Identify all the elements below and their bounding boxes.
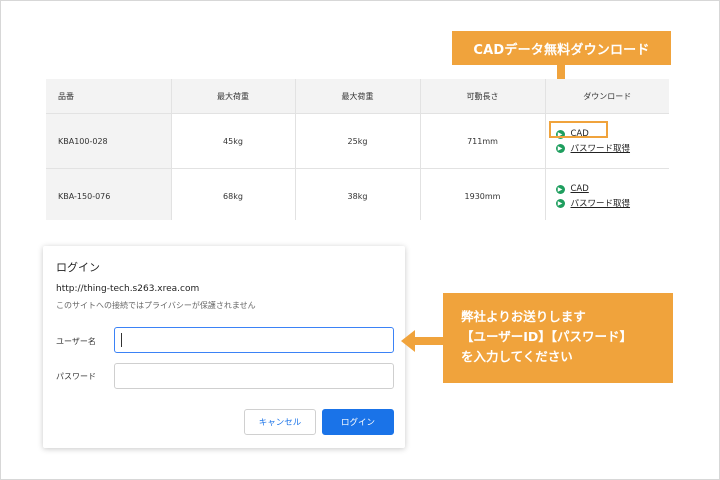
username-label: ユーザー名 — [56, 337, 96, 346]
callout-line-2: 【ユーザーID】【パスワード】 — [461, 329, 633, 344]
max-load-1-cell: 45kg — [171, 113, 296, 169]
left-arrow-shaft — [414, 337, 444, 345]
cancel-button[interactable]: キャンセル — [244, 409, 316, 435]
credentials-callout: 弊社よりお送りします 【ユーザーID】【パスワード】 を入力してください — [443, 293, 673, 383]
get-password-link[interactable]: パスワード取得 — [571, 197, 631, 209]
header-download: ダウンロード — [545, 79, 669, 114]
password-link-row: ▶ パスワード取得 — [555, 196, 669, 210]
cad-link-row: ▶ CAD — [555, 182, 669, 196]
callout-line-1: 弊社よりお送りします — [461, 309, 586, 324]
chevron-right-circle-icon: ▶ — [555, 184, 565, 194]
max-load-1-cell: 68kg — [171, 168, 296, 220]
cad-download-callout: CADデータ無料ダウンロード — [452, 31, 671, 65]
password-input[interactable] — [114, 363, 394, 389]
length-cell: 1930mm — [420, 168, 546, 220]
dialog-url: http://thing-tech.s263.xrea.com — [56, 284, 200, 294]
product-table: 品番 最大荷重 最大荷重 可動長さ ダウンロード KBA100-028 45kg… — [46, 79, 669, 220]
part-number-cell: KBA100-028 — [46, 113, 172, 169]
table-row: KBA-150-076 68kg 38kg 1930mm ▶ CAD ▶ パスワ… — [46, 168, 669, 220]
table-header-row: 品番 最大荷重 最大荷重 可動長さ ダウンロード — [46, 79, 669, 114]
chevron-right-circle-icon: ▶ — [555, 198, 565, 208]
chevron-right-circle-icon: ▶ — [555, 143, 565, 153]
cad-download-link[interactable]: CAD — [571, 184, 589, 194]
max-load-2-cell: 25kg — [295, 113, 421, 169]
header-part-number: 品番 — [46, 79, 172, 114]
header-max-load-1: 最大荷重 — [171, 79, 296, 114]
length-cell: 711mm — [420, 113, 546, 169]
left-arrow-icon — [401, 330, 415, 352]
product-table-container: 品番 最大荷重 最大荷重 可動長さ ダウンロード KBA100-028 45kg… — [46, 79, 669, 220]
get-password-link[interactable]: パスワード取得 — [571, 142, 631, 154]
privacy-warning: このサイトへの接続ではプライバシーが保護されません — [56, 301, 256, 310]
max-load-2-cell: 38kg — [295, 168, 421, 220]
header-max-load-2: 最大荷重 — [295, 79, 421, 114]
username-input[interactable] — [114, 327, 394, 353]
text-caret — [121, 333, 122, 347]
callout-line-3: を入力してください — [461, 349, 573, 364]
password-link-row: ▶ パスワード取得 — [555, 141, 669, 155]
cad-link-highlight — [549, 121, 608, 138]
login-button[interactable]: ログイン — [322, 409, 394, 435]
password-label: パスワード — [56, 372, 96, 381]
header-travel-length: 可動長さ — [420, 79, 546, 114]
login-dialog: ログイン http://thing-tech.s263.xrea.com このサ… — [43, 246, 405, 448]
download-cell: ▶ CAD ▶ パスワード取得 — [545, 168, 669, 220]
part-number-cell: KBA-150-076 — [46, 168, 172, 220]
dialog-title: ログイン — [56, 261, 100, 274]
